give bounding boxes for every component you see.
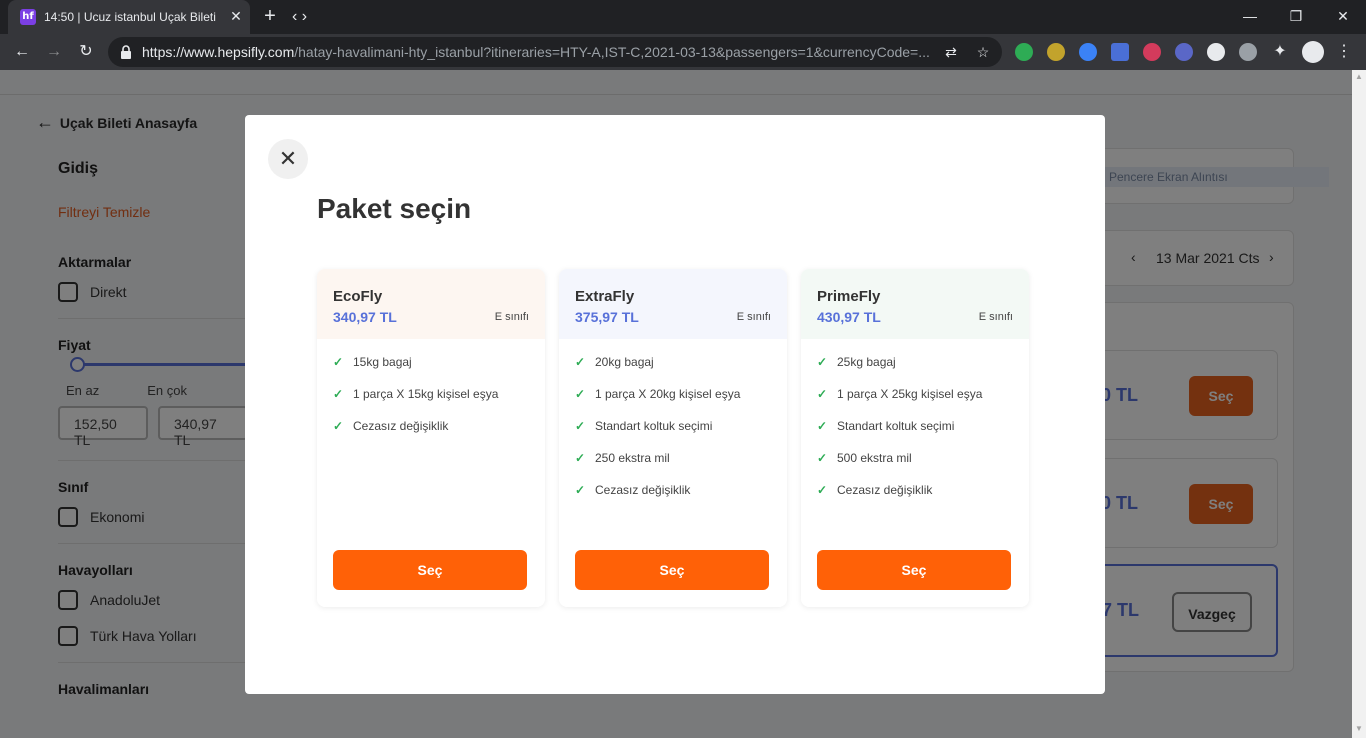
- reload-icon[interactable]: ↻: [74, 40, 98, 64]
- check-icon: ✓: [333, 419, 344, 433]
- select-primefly-button[interactable]: Seç: [817, 550, 1011, 590]
- package-header: ExtraFly 375,97 TL E sınıfı: [559, 269, 787, 339]
- package-class: E sınıfı: [978, 311, 1013, 323]
- package-card-ecofly: EcoFly 340,97 TL E sınıfı ✓ 15kg bagaj ✓ 1…: [317, 269, 545, 607]
- restore-icon[interactable]: ❐: [1284, 4, 1308, 28]
- package-name: ExtraFly: [575, 288, 635, 305]
- check-icon: ✓: [333, 387, 344, 401]
- check-icon: ✓: [575, 387, 586, 401]
- check-icon: ✓: [817, 355, 828, 369]
- package-select-modal: ✕ Paket seçin EcoFly 340,97 TL E sınıfı …: [245, 115, 1105, 694]
- package-card-primefly: PrimeFly 430,97 TL E sınıfı ✓ 25kg bagaj …: [801, 269, 1029, 607]
- scroll-up-icon[interactable]: ▲: [1352, 72, 1366, 84]
- tab-close-icon[interactable]: ✕: [226, 6, 246, 26]
- feature-item: ✓ Cezasız değişiklik: [817, 483, 933, 497]
- select-extrafly-button[interactable]: Seç: [575, 550, 769, 590]
- check-icon: ✓: [817, 419, 828, 433]
- extension-translate-icon[interactable]: [1111, 43, 1129, 61]
- package-name: EcoFly: [333, 288, 383, 305]
- check-icon: ✓: [575, 483, 586, 497]
- forward-arrow-icon[interactable]: →: [42, 40, 66, 64]
- extension-compass-icon[interactable]: [1207, 43, 1225, 61]
- page-scrollbar[interactable]: ▲ ▼: [1352, 70, 1366, 738]
- feature-item: ✓ 20kg bagaj: [575, 355, 654, 369]
- new-tab-icon[interactable]: +: [258, 4, 282, 28]
- package-header: PrimeFly 430,97 TL E sınıfı: [801, 269, 1029, 339]
- package-class: E sınıfı: [494, 311, 529, 323]
- package-name: PrimeFly: [817, 288, 881, 305]
- check-icon: ✓: [575, 451, 586, 465]
- feature-item: ✓ 15kg bagaj: [333, 355, 412, 369]
- select-ecofly-button[interactable]: Seç: [333, 550, 527, 590]
- minimize-icon[interactable]: —: [1238, 4, 1262, 28]
- package-class: E sınıfı: [736, 311, 771, 323]
- feature-item: ✓ Standart koltuk seçimi: [575, 419, 713, 433]
- bookmark-star-icon[interactable]: ☆: [974, 43, 992, 61]
- browser-menu-icon[interactable]: ⋮: [1332, 40, 1356, 64]
- profile-avatar-icon[interactable]: [1302, 41, 1324, 63]
- extension-block-icon[interactable]: [1175, 43, 1193, 61]
- extensions-puzzle-icon[interactable]: ✦: [1268, 40, 1292, 64]
- package-price: 375,97 TL: [575, 309, 639, 325]
- modal-title: Paket seçin: [317, 193, 472, 224]
- extension-play-icon[interactable]: [1143, 43, 1161, 61]
- feature-item: ✓ Standart koltuk seçimi: [817, 419, 955, 433]
- translate-icon[interactable]: ⇄: [942, 43, 960, 61]
- package-card-extrafly: ExtraFly 375,97 TL E sınıfı ✓ 20kg bagaj …: [559, 269, 787, 607]
- extension-shield-icon[interactable]: [1015, 43, 1033, 61]
- check-icon: ✓: [575, 355, 586, 369]
- check-icon: ✓: [817, 451, 828, 465]
- package-price: 340,97 TL: [333, 309, 397, 325]
- check-icon: ✓: [575, 419, 586, 433]
- close-modal-icon[interactable]: ✕: [268, 139, 308, 179]
- feature-item: ✓ Cezasız değişiklik: [575, 483, 691, 497]
- extension-lock-icon[interactable]: [1079, 43, 1097, 61]
- back-arrow-icon[interactable]: ←: [10, 40, 34, 64]
- feature-item: ✓ 500 ekstra mil: [817, 451, 912, 465]
- check-icon: ✓: [817, 387, 828, 401]
- address-bar[interactable]: https://www.hepsifly.com/hatay-havaliman…: [108, 37, 1002, 67]
- browser-toolbar: ← → ↻ https://www.hepsifly.com/hatay-hav…: [0, 34, 1366, 70]
- window-close-icon[interactable]: ✕: [1331, 4, 1355, 28]
- extension-globe-icon[interactable]: [1047, 43, 1065, 61]
- feature-item: ✓ 1 parça X 20kg kişisel eşya: [575, 387, 741, 401]
- feature-item: ✓ 250 ekstra mil: [575, 451, 670, 465]
- tab-strip: hf 14:50 | Ucuz istanbul Uçak Bileti F ✕…: [0, 0, 1366, 34]
- scroll-down-icon[interactable]: ▼: [1352, 724, 1366, 736]
- browser-tab[interactable]: hf 14:50 | Ucuz istanbul Uçak Bileti F ✕: [8, 0, 250, 34]
- check-icon: ✓: [817, 483, 828, 497]
- feature-item: ✓ 1 parça X 15kg kişisel eşya: [333, 387, 499, 401]
- check-icon: ✓: [333, 355, 344, 369]
- lock-icon: [121, 45, 131, 59]
- feature-item: ✓ 1 parça X 25kg kişisel eşya: [817, 387, 983, 401]
- extension-s-icon[interactable]: [1239, 43, 1257, 61]
- feature-item: ✓ 25kg bagaj: [817, 355, 896, 369]
- url-text: https://www.hepsifly.com/hatay-havaliman…: [142, 44, 930, 60]
- tab-title: 14:50 | Ucuz istanbul Uçak Bileti F: [44, 10, 216, 24]
- tab-scroll-arrows[interactable]: ‹ ›: [292, 6, 326, 28]
- feature-item: ✓ Cezasız değişiklik: [333, 419, 449, 433]
- package-price: 430,97 TL: [817, 309, 881, 325]
- site-favicon-icon: hf: [20, 9, 36, 25]
- package-header: EcoFly 340,97 TL E sınıfı: [317, 269, 545, 339]
